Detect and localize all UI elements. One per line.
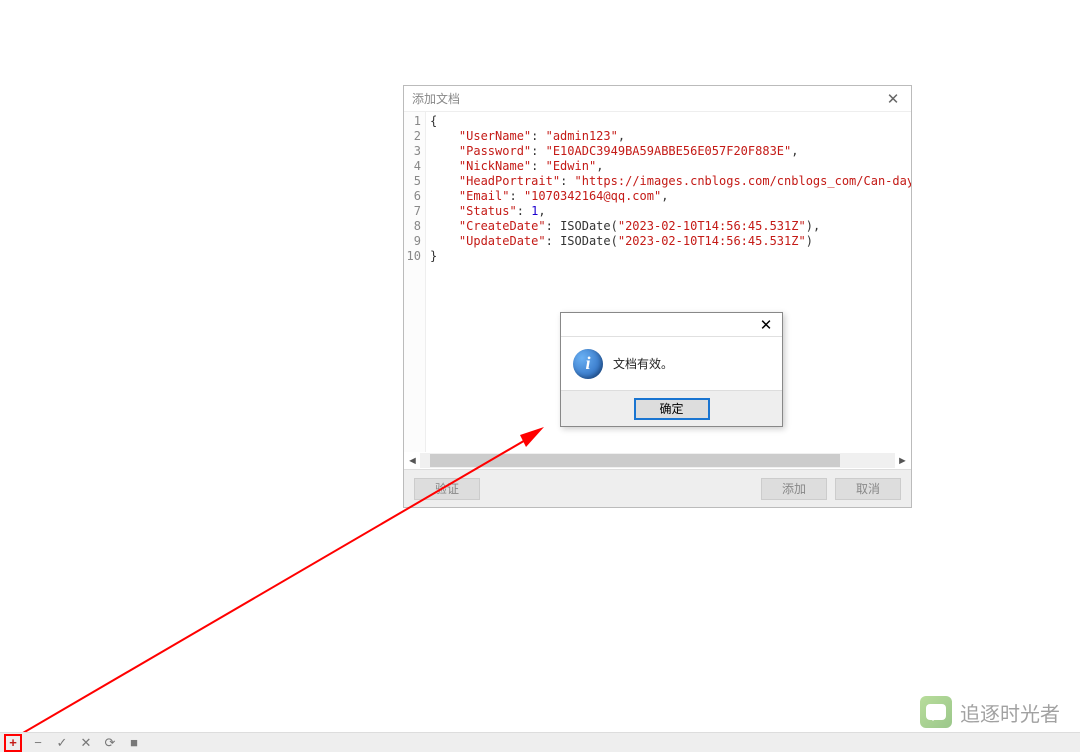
toolbar-cross-button[interactable]: ✕ (78, 735, 94, 751)
msgbox-text: 文档有效。 (613, 355, 673, 372)
scroll-left-icon[interactable]: ◄ (405, 453, 420, 468)
toolbar-reload-button[interactable]: ⟳ (102, 735, 118, 751)
message-box: ✕ i 文档有效。 确定 (560, 312, 783, 427)
line-number-gutter: 12345678910 (404, 112, 426, 452)
watermark: 追逐时光者 (920, 696, 1060, 728)
dialog-titlebar: 添加文档 ✕ (404, 86, 911, 112)
msgbox-close-icon[interactable]: ✕ (756, 316, 776, 334)
scroll-right-icon[interactable]: ► (895, 453, 910, 468)
bottom-toolbar: + − ✓ ✕ ⟳ ■ (0, 732, 1080, 752)
scroll-track[interactable] (420, 453, 895, 468)
wechat-icon (920, 696, 952, 728)
add-button[interactable]: 添加 (761, 478, 827, 500)
toolbar-add-button[interactable]: + (4, 734, 22, 752)
horizontal-scrollbar[interactable]: ◄ ► (404, 452, 911, 469)
ok-button[interactable]: 确定 (634, 398, 710, 420)
info-icon: i (573, 349, 603, 379)
msgbox-footer: 确定 (561, 390, 782, 426)
add-document-dialog: 添加文档 ✕ 12345678910 { "UserName": "admin1… (403, 85, 912, 508)
cancel-button[interactable]: 取消 (835, 478, 901, 500)
dialog-footer: 验证 添加 取消 (404, 469, 911, 507)
msgbox-body: i 文档有效。 (561, 337, 782, 390)
dialog-title: 添加文档 (412, 90, 460, 107)
watermark-text: 追逐时光者 (960, 698, 1060, 727)
toolbar-stop-button[interactable]: ■ (126, 735, 142, 751)
scroll-thumb[interactable] (430, 454, 840, 467)
toolbar-check-button[interactable]: ✓ (54, 735, 70, 751)
msgbox-titlebar: ✕ (561, 313, 782, 337)
dialog-close-icon[interactable]: ✕ (883, 90, 903, 108)
validate-button[interactable]: 验证 (414, 478, 480, 500)
toolbar-remove-button[interactable]: − (30, 735, 46, 751)
